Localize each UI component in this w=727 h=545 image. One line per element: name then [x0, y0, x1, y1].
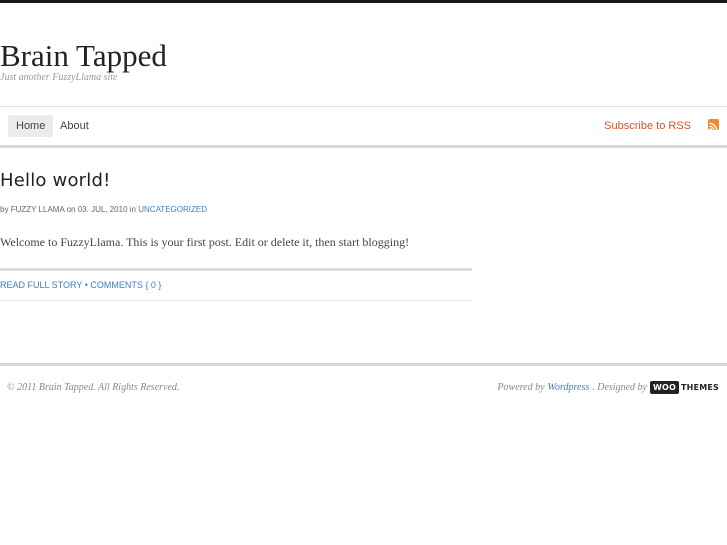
post-author: FUZZY LLAMA: [10, 205, 65, 214]
rss-feed-icon[interactable]: [708, 119, 719, 130]
top-bar: [0, 0, 727, 3]
main-navigation: Home About Subscribe to RSS: [0, 107, 727, 145]
post-category-link[interactable]: UNCATEGORIZED: [138, 205, 207, 214]
meta-on: on: [66, 205, 76, 214]
nav-item-home[interactable]: Home: [8, 115, 54, 137]
subscribe-rss-link[interactable]: Subscribe to RSS: [604, 120, 691, 132]
post-date: 03. JUL, 2010: [77, 205, 128, 214]
designed-by-text: . Designed by: [592, 382, 647, 393]
site-tagline: Just another FuzzyLlama site: [0, 72, 118, 83]
footer-divider: [0, 363, 727, 366]
post-divider-bottom: [0, 300, 472, 301]
nav-item-about[interactable]: About: [52, 115, 97, 137]
post-links: READ FULL STORY • COMMENTS { 0 }: [0, 280, 161, 290]
woo-logo-mark: WOO: [649, 381, 679, 394]
post-divider: [0, 268, 472, 271]
nav-divider-bottom: [0, 145, 727, 148]
post-title[interactable]: Hello world!: [0, 170, 111, 191]
post-body: Welcome to FuzzyLlama. This is your firs…: [0, 235, 410, 249]
meta-in: in: [129, 205, 136, 214]
link-separator: •: [84, 280, 88, 290]
site-title[interactable]: Brain Tapped: [0, 38, 167, 74]
themes-logo-text: THEMES: [680, 383, 719, 392]
footer-credits: Powered by Wordpress. Designed by WOO THE…: [497, 381, 719, 394]
woothemes-logo[interactable]: WOO THEMES: [649, 381, 719, 394]
copyright-text: © 2011 Brain Tapped. All Rights Reserved…: [7, 382, 180, 393]
meta-by: by: [0, 205, 9, 214]
wordpress-link[interactable]: Wordpress: [548, 382, 590, 393]
comments-link[interactable]: COMMENTS { 0 }: [90, 280, 161, 290]
post-meta: by FUZZY LLAMA on 03. JUL, 2010 in UNCAT…: [0, 205, 207, 214]
powered-by-text: Powered by: [497, 382, 545, 393]
read-full-story-link[interactable]: READ FULL STORY: [0, 280, 82, 290]
